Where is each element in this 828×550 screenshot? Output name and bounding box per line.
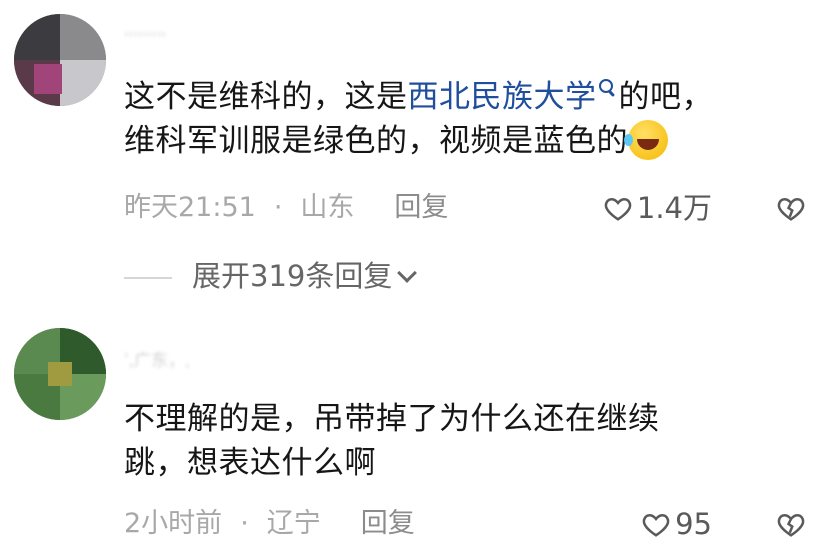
separator: · [273,192,283,223]
username[interactable]: ˈˈˈˈˈˈˈˈˈ [124,30,234,52]
comment-text-part: 这不是维科的，这是 [124,79,408,115]
broken-heart-icon[interactable] [776,509,806,539]
search-icon[interactable] [598,79,613,93]
timestamp: 昨天21:51 [124,192,256,223]
comment-meta: 昨天21:51 · 山东 回复 [124,190,448,226]
comment-text-part: 维科军训服是绿色的，视频是蓝色的 [124,123,628,159]
like-button[interactable]: 1.4万 [603,190,712,226]
reply-button[interactable]: 回复 [361,506,415,542]
comment-text-line: 维科军训服是绿色的，视频是蓝色的 [124,119,768,163]
heart-outline-icon [604,197,632,221]
laughing-emoji-icon [624,119,668,160]
location: 山东 [300,192,355,223]
heart-outline-icon [642,513,670,537]
chevron-down-icon [397,263,418,283]
separator: · [240,508,249,539]
timestamp: 2小时前 [124,508,223,539]
comment-text: 不理解的是，吊带掉了为什么还在继续 跳，想表达什么啊 [124,397,768,485]
search-link[interactable]: 西北民族大学 [408,79,597,115]
expand-replies-button[interactable]: 展开319条回复 [124,256,418,296]
location: 辽宁 [266,508,321,539]
like-count: 95 [675,507,712,541]
expand-replies-label: 展开319条回复 [192,259,393,293]
like-button[interactable]: 95 [641,506,712,542]
broken-heart-icon[interactable] [776,193,806,223]
avatar[interactable] [14,328,106,420]
comment-text-part: 的吧， [618,79,713,115]
comment-text-line: 这不是维科的，这是西北民族大学 的吧， [124,75,768,119]
username[interactable]: ˈ,广东，ˌ [124,346,234,368]
reply-button[interactable]: 回复 [394,190,448,226]
comment-text-line: 跳，想表达什么啊 [124,445,376,481]
comment-text-line: 不理解的是，吊带掉了为什么还在继续 [124,401,660,437]
avatar[interactable] [14,14,106,106]
divider [124,277,172,279]
like-count: 1.4万 [636,191,712,225]
comment-text: 这不是维科的，这是西北民族大学 的吧， 维科军训服是绿色的，视频是蓝色的 [124,75,768,163]
comment-meta: 2小时前 · 辽宁 回复 [124,506,415,542]
